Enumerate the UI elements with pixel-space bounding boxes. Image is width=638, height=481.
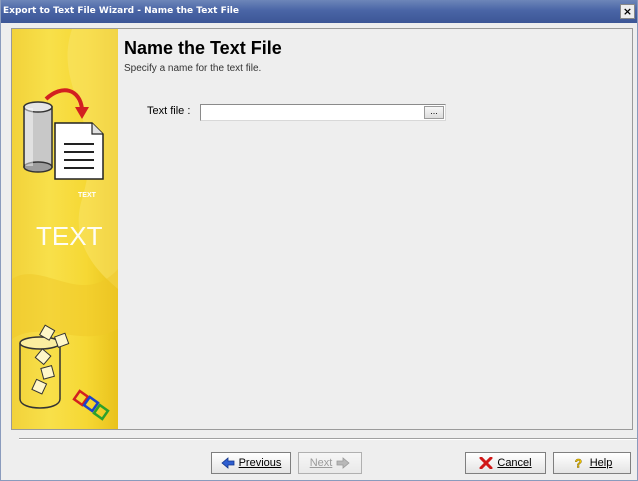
wizard-content-panel: TEXT TEXT <box>11 28 633 430</box>
cancel-label: Cancel <box>497 457 532 469</box>
banner-graphic: TEXT TEXT <box>12 29 118 421</box>
arrow-left-icon <box>220 457 234 469</box>
close-icon[interactable]: × <box>620 4 635 19</box>
text-file-label: Text file : <box>147 105 191 117</box>
title-bar: Export to Text File Wizard - Name the Te… <box>1 0 637 23</box>
wizard-banner: TEXT TEXT <box>12 29 118 429</box>
cancel-button[interactable]: Cancel <box>465 452 546 474</box>
banner-large-text: TEXT <box>36 221 103 251</box>
help-question-icon: ? <box>574 457 582 469</box>
database-icon <box>23 101 53 173</box>
separator <box>19 438 637 440</box>
next-button[interactable]: Next <box>298 452 362 474</box>
help-button[interactable]: ? Help <box>553 452 631 474</box>
previous-label: Previous <box>238 457 282 469</box>
chain-cylinder-icon <box>19 324 110 421</box>
page-title: Name the Text File <box>124 38 282 58</box>
browse-button[interactable]: ... <box>424 106 444 119</box>
svg-text:?: ? <box>574 457 581 469</box>
window-title: Export to Text File Wizard - Name the Te… <box>3 6 239 16</box>
banner-small-text: TEXT <box>78 192 97 199</box>
arrow-right-icon <box>336 457 350 469</box>
wizard-window: Export to Text File Wizard - Name the Te… <box>0 0 638 481</box>
text-file-input[interactable] <box>200 104 446 121</box>
previous-button[interactable]: Previous <box>211 452 291 474</box>
next-label: Next <box>309 457 333 469</box>
help-label: Help <box>589 457 613 469</box>
document-icon <box>54 122 104 180</box>
page-subtitle: Specify a name for the text file. <box>124 63 262 74</box>
cancel-x-icon <box>479 457 493 469</box>
